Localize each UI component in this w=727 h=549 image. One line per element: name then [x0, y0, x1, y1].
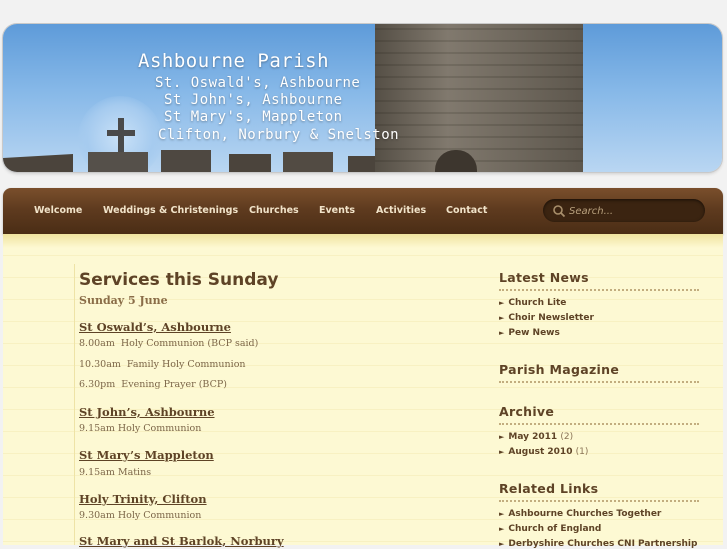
archive-link[interactable]: ► August 2010 (1) [499, 447, 588, 457]
nav-item-churches[interactable]: Churches [249, 188, 299, 234]
banner-line-clifton: Clifton, Norbury & Snelston [158, 127, 400, 143]
search-input[interactable] [567, 202, 701, 221]
roofline-image [3, 150, 383, 172]
arrow-right-icon: ► [499, 314, 505, 322]
related-link[interactable]: ► Church of England [499, 524, 601, 534]
church-link-holy-trinity[interactable]: Holy Trinity, Clifton [79, 492, 207, 506]
link-label: Church of England [508, 524, 602, 534]
archive-link[interactable]: ► May 2011 (2) [499, 432, 573, 442]
related-link[interactable]: ► Derbyshire Churches CNI Partnership [499, 539, 697, 549]
banner-line-st-johns: St John's, Ashbourne [164, 92, 343, 108]
church-link-st-marys[interactable]: St Mary’s Mappleton [79, 448, 214, 462]
arrow-right-icon: ► [499, 299, 505, 307]
arrow-right-icon: ► [499, 525, 505, 533]
divider [499, 289, 699, 291]
link-label: Pew News [508, 328, 560, 338]
tower-shade [375, 24, 583, 172]
sidebar-heading-archive: Archive [499, 404, 555, 419]
content-top-glow [3, 234, 723, 248]
arrow-right-icon: ► [499, 448, 505, 456]
news-link[interactable]: ► Choir Newsletter [499, 313, 594, 323]
link-label: Derbyshire Churches CNI Partnership [508, 539, 698, 549]
link-label: Ashbourne Churches Together [508, 509, 662, 519]
banner-line-st-marys: St Mary's, Mappleton [164, 109, 343, 125]
banner-line-st-oswalds: St. Oswald's, Ashbourne [155, 75, 361, 91]
archive-count: (2) [560, 432, 574, 442]
service-line: 10.30am Family Holy Communion [79, 359, 246, 370]
nav-item-activities[interactable]: Activities [376, 188, 426, 234]
service-line: 6.30pm Evening Prayer (BCP) [79, 379, 227, 390]
nav-item-welcome[interactable]: Welcome [34, 188, 82, 234]
nav-item-weddings-christenings[interactable]: Weddings & Christenings [103, 188, 238, 234]
service-date: Sunday 5 June [79, 294, 168, 307]
page-title: Services this Sunday [79, 270, 279, 290]
content-area: Services this Sunday Sunday 5 June St Os… [3, 234, 723, 549]
link-label: August 2010 [508, 447, 573, 457]
divider [499, 381, 699, 383]
left-rule [74, 264, 75, 545]
church-link-norbury[interactable]: St Mary and St Barlok, Norbury [79, 534, 284, 548]
link-label: Church Lite [508, 298, 567, 308]
divider [499, 500, 699, 502]
service-line: 8.00am Holy Communion (BCP said) [79, 338, 259, 349]
arrow-right-icon: ► [499, 433, 505, 441]
header-banner: Ashbourne Parish St. Oswald's, Ashbourne… [3, 24, 722, 172]
search-icon [553, 205, 566, 218]
arrow-right-icon: ► [499, 540, 505, 548]
church-link-st-oswalds[interactable]: St Oswald’s, Ashbourne [79, 320, 231, 334]
sidebar-heading-related-links: Related Links [499, 481, 599, 496]
archive-count: (1) [575, 447, 589, 457]
arrow-right-icon: ► [499, 510, 505, 518]
sidebar-heading-latest-news: Latest News [499, 270, 589, 285]
link-label: Choir Newsletter [508, 313, 594, 323]
related-link[interactable]: ► Ashbourne Churches Together [499, 509, 661, 519]
nav-item-contact[interactable]: Contact [446, 188, 487, 234]
service-line: 9.30am Holy Communion [79, 510, 202, 521]
main-nav: Welcome Weddings & Christenings Churches… [3, 188, 723, 234]
news-link[interactable]: ► Pew News [499, 328, 560, 338]
news-link[interactable]: ► Church Lite [499, 298, 566, 308]
link-label: May 2011 [508, 432, 558, 442]
search-box[interactable] [543, 199, 705, 222]
divider [499, 423, 699, 425]
service-line: 9.15am Matins [79, 467, 152, 478]
site-title: Ashbourne Parish [138, 50, 330, 72]
service-line: 9.15am Holy Communion [79, 423, 202, 434]
arrow-right-icon: ► [499, 329, 505, 337]
sidebar-heading-parish-magazine: Parish Magazine [499, 362, 620, 377]
nav-item-events[interactable]: Events [319, 188, 355, 234]
church-link-st-johns[interactable]: St John’s, Ashbourne [79, 405, 215, 419]
